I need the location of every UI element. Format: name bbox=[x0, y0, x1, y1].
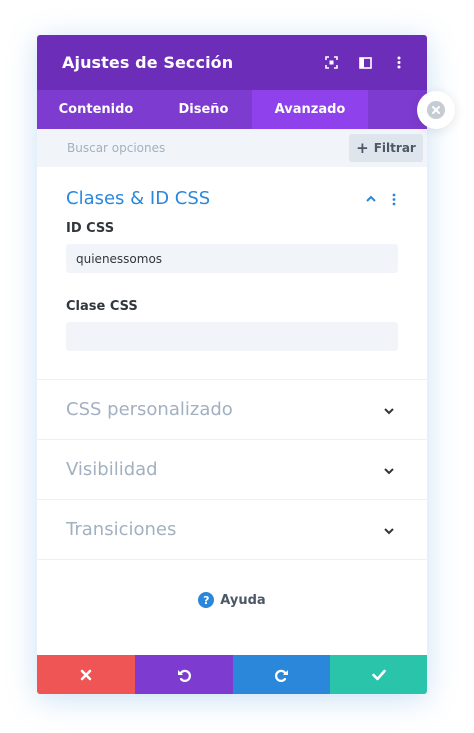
section-header[interactable]: Clases & ID CSS bbox=[66, 185, 398, 211]
section-title: Visibilidad bbox=[66, 459, 158, 480]
header-actions bbox=[323, 55, 407, 71]
undo-button[interactable] bbox=[135, 655, 233, 694]
save-button[interactable] bbox=[330, 655, 427, 694]
tab-bar: Contenido Diseño Avanzado bbox=[37, 90, 427, 129]
help-link[interactable]: ? Ayuda bbox=[37, 560, 427, 640]
close-panel-button[interactable] bbox=[417, 91, 455, 129]
section-title: Transiciones bbox=[66, 519, 177, 540]
chevron-down-icon[interactable] bbox=[382, 463, 396, 477]
help-icon: ? bbox=[198, 592, 215, 608]
chevron-down-icon[interactable] bbox=[382, 523, 396, 537]
cancel-button[interactable] bbox=[37, 655, 135, 694]
css-id-label: ID CSS bbox=[66, 221, 115, 236]
more-vertical-icon[interactable] bbox=[391, 55, 407, 71]
section-custom-css[interactable]: CSS personalizado bbox=[37, 380, 427, 440]
modal-title: Ajustes de Sección bbox=[62, 53, 234, 72]
search-input[interactable] bbox=[67, 141, 349, 155]
section-settings-modal: Ajustes de Sección Contenido Diseño Avan… bbox=[37, 35, 427, 694]
redo-icon bbox=[274, 669, 288, 682]
tab-contenido[interactable]: Contenido bbox=[37, 90, 155, 129]
search-bar: + Filtrar bbox=[37, 129, 427, 167]
section-css-classes-id: Clases & ID CSS ID CSS Clase CSS bbox=[37, 167, 427, 380]
section-transitions[interactable]: Transiciones bbox=[37, 500, 427, 560]
close-icon bbox=[427, 101, 445, 119]
sidebar-layout-icon[interactable] bbox=[357, 55, 373, 71]
redo-button[interactable] bbox=[233, 655, 330, 694]
undo-icon bbox=[178, 669, 191, 682]
section-title: CSS personalizado bbox=[66, 399, 233, 420]
cancel-icon bbox=[80, 669, 92, 680]
section-more-icon[interactable] bbox=[392, 191, 398, 206]
css-id-input[interactable] bbox=[66, 244, 398, 273]
chevron-down-icon[interactable] bbox=[382, 403, 396, 417]
filter-label: Filtrar bbox=[373, 141, 416, 155]
css-class-input[interactable] bbox=[66, 322, 398, 351]
filter-button[interactable]: + Filtrar bbox=[349, 134, 423, 162]
modal-header: Ajustes de Sección bbox=[37, 35, 427, 90]
action-footer bbox=[37, 655, 427, 694]
tab-avanzado[interactable]: Avanzado bbox=[252, 90, 368, 129]
chevron-up-icon[interactable] bbox=[364, 191, 378, 205]
save-check-icon bbox=[371, 669, 386, 680]
section-visibility[interactable]: Visibilidad bbox=[37, 440, 427, 500]
section-title: Clases & ID CSS bbox=[66, 187, 211, 209]
expand-icon[interactable] bbox=[323, 55, 339, 71]
plus-icon: + bbox=[356, 139, 369, 157]
tab-diseno[interactable]: Diseño bbox=[155, 90, 252, 129]
help-label: Ayuda bbox=[220, 592, 266, 608]
css-class-label: Clase CSS bbox=[66, 299, 138, 314]
